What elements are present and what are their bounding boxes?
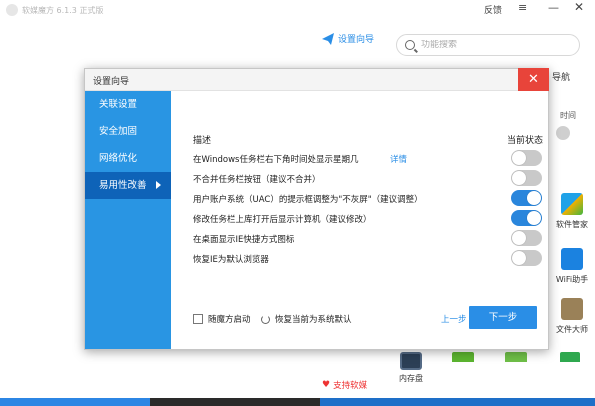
chevron-right-icon — [156, 181, 161, 189]
option-label: 在Windows任务栏右下角时间处显示星期几 — [193, 155, 359, 165]
app-tile-icon[interactable] — [560, 352, 580, 362]
tile-software-manager[interactable]: 软件管家 — [552, 193, 592, 230]
option-row: 修改任务栏上库打开后显示计算机（建议修改） — [193, 209, 543, 229]
details-link[interactable]: 详情 — [390, 153, 407, 165]
dialog-close-button[interactable]: ✕ — [518, 68, 549, 91]
sidebar-item-label: 网络优化 — [99, 153, 138, 164]
tile-label: WiFi助手 — [555, 275, 589, 284]
column-header-description: 描述 — [193, 136, 212, 146]
heart-icon: ♥ — [322, 380, 331, 390]
toggle-knob — [512, 171, 526, 185]
minimize-button[interactable]: — — [548, 1, 559, 14]
option-row: 用户账户系统（UAC）的提示框调整为"不灰屏"（建议调整） — [193, 189, 543, 209]
startup-checkbox-label: 随魔方启动 — [208, 315, 251, 325]
app-title: 软媒魔方 6.1.3 正式版 — [22, 6, 104, 15]
memory-disk-icon — [400, 352, 422, 370]
option-toggle[interactable] — [511, 210, 542, 226]
app-close-button[interactable]: ✕ — [574, 0, 584, 14]
toggle-knob — [527, 211, 541, 225]
option-toggle[interactable] — [511, 190, 542, 206]
toggle-knob — [512, 231, 526, 245]
toggle-knob — [512, 151, 526, 165]
right-time-label: 时间 — [560, 111, 576, 120]
taskbar — [0, 398, 595, 406]
toggle-knob — [527, 191, 541, 205]
option-row: 不合并任务栏按钮（建议不合并） — [193, 169, 543, 189]
right-nav-label[interactable]: 导航 — [552, 70, 570, 83]
previous-button[interactable]: 上一步 — [441, 313, 467, 325]
taskbar-segment — [0, 398, 150, 406]
option-row: 在桌面显示IE快捷方式图标 — [193, 229, 543, 249]
app-tile-icon[interactable] — [452, 352, 474, 362]
option-toggle[interactable] — [511, 170, 542, 186]
option-row: 在Windows任务栏右下角时间处显示星期几 详情 — [193, 149, 543, 169]
tile-wifi-assistant[interactable]: WiFi助手 — [552, 248, 592, 285]
sidebar-item-association[interactable]: 关联设置 — [85, 91, 171, 118]
search-icon — [405, 40, 415, 50]
restore-default-label: 恢复当前为系统默认 — [275, 315, 352, 325]
next-button[interactable]: 下一步 — [469, 306, 537, 329]
wifi-icon — [561, 248, 583, 270]
column-header-state: 当前状态 — [507, 136, 544, 146]
paper-plane-icon — [322, 32, 334, 45]
file-master-icon — [561, 298, 583, 320]
restore-icon — [261, 314, 270, 324]
app-titlebar: 软媒魔方 6.1.3 正式版 反馈 ≡ — ✕ — [0, 0, 595, 22]
setup-wizard-link[interactable]: 设置向导 — [322, 32, 374, 45]
tile-label: 软件管家 — [556, 220, 588, 229]
search-input[interactable] — [421, 40, 571, 50]
feedback-button[interactable]: 反馈 — [484, 3, 502, 16]
dialog-content: 描述 当前状态 在Windows任务栏右下角时间处显示星期几 详情 不合并任务栏… — [171, 91, 548, 349]
startup-checkbox-row[interactable]: 随魔方启动 — [193, 313, 251, 325]
software-manager-icon — [561, 193, 583, 215]
sidebar-item-label: 安全加固 — [99, 126, 138, 137]
search-box[interactable] — [396, 34, 580, 56]
option-label: 在桌面显示IE快捷方式图标 — [193, 235, 295, 245]
support-link[interactable]: ♥ 支持软媒 — [322, 379, 367, 391]
option-label: 修改任务栏上库打开后显示计算机（建议修改） — [193, 215, 372, 225]
support-label: 支持软媒 — [333, 381, 368, 391]
dialog-title: 设置向导 — [93, 77, 130, 87]
app-logo-icon — [6, 4, 18, 16]
sidebar-item-label: 易用性改善 — [99, 180, 147, 191]
sidebar-item-label: 关联设置 — [99, 99, 138, 110]
tile-memory-disk[interactable]: 内存盘 — [397, 352, 425, 384]
toggle-knob — [512, 251, 526, 265]
app-tile-icon[interactable] — [505, 352, 527, 362]
setup-wizard-dialog: 设置向导 ✕ 关联设置 安全加固 网络优化 易用性改善 描述 当前状态 在Win… — [84, 68, 549, 350]
dialog-titlebar[interactable]: 设置向导 ✕ — [85, 68, 549, 91]
option-toggle[interactable] — [511, 150, 542, 166]
option-label: 恢复IE为默认浏览器 — [193, 255, 269, 265]
tile-label: 文件大师 — [556, 325, 588, 334]
option-toggle[interactable] — [511, 250, 542, 266]
taskbar-segment — [150, 398, 320, 406]
right-toggle[interactable] — [556, 126, 570, 140]
option-toggle[interactable] — [511, 230, 542, 246]
menu-button[interactable]: ≡ — [518, 1, 527, 14]
dialog-sidebar: 关联设置 安全加固 网络优化 易用性改善 — [85, 91, 171, 349]
sidebar-item-network[interactable]: 网络优化 — [85, 145, 171, 172]
option-label: 用户账户系统（UAC）的提示框调整为"不灰屏"（建议调整） — [193, 195, 423, 205]
option-row: 恢复IE为默认浏览器 — [193, 249, 543, 269]
setup-wizard-label: 设置向导 — [338, 35, 375, 45]
tile-file-master[interactable]: 文件大师 — [552, 298, 592, 335]
sidebar-item-usability[interactable]: 易用性改善 — [85, 172, 171, 199]
option-label: 不合并任务栏按钮（建议不合并） — [193, 175, 321, 185]
startup-checkbox[interactable] — [193, 314, 203, 324]
sidebar-item-security[interactable]: 安全加固 — [85, 118, 171, 145]
tile-label: 内存盘 — [399, 374, 423, 383]
restore-default-link[interactable]: 恢复当前为系统默认 — [261, 313, 352, 325]
